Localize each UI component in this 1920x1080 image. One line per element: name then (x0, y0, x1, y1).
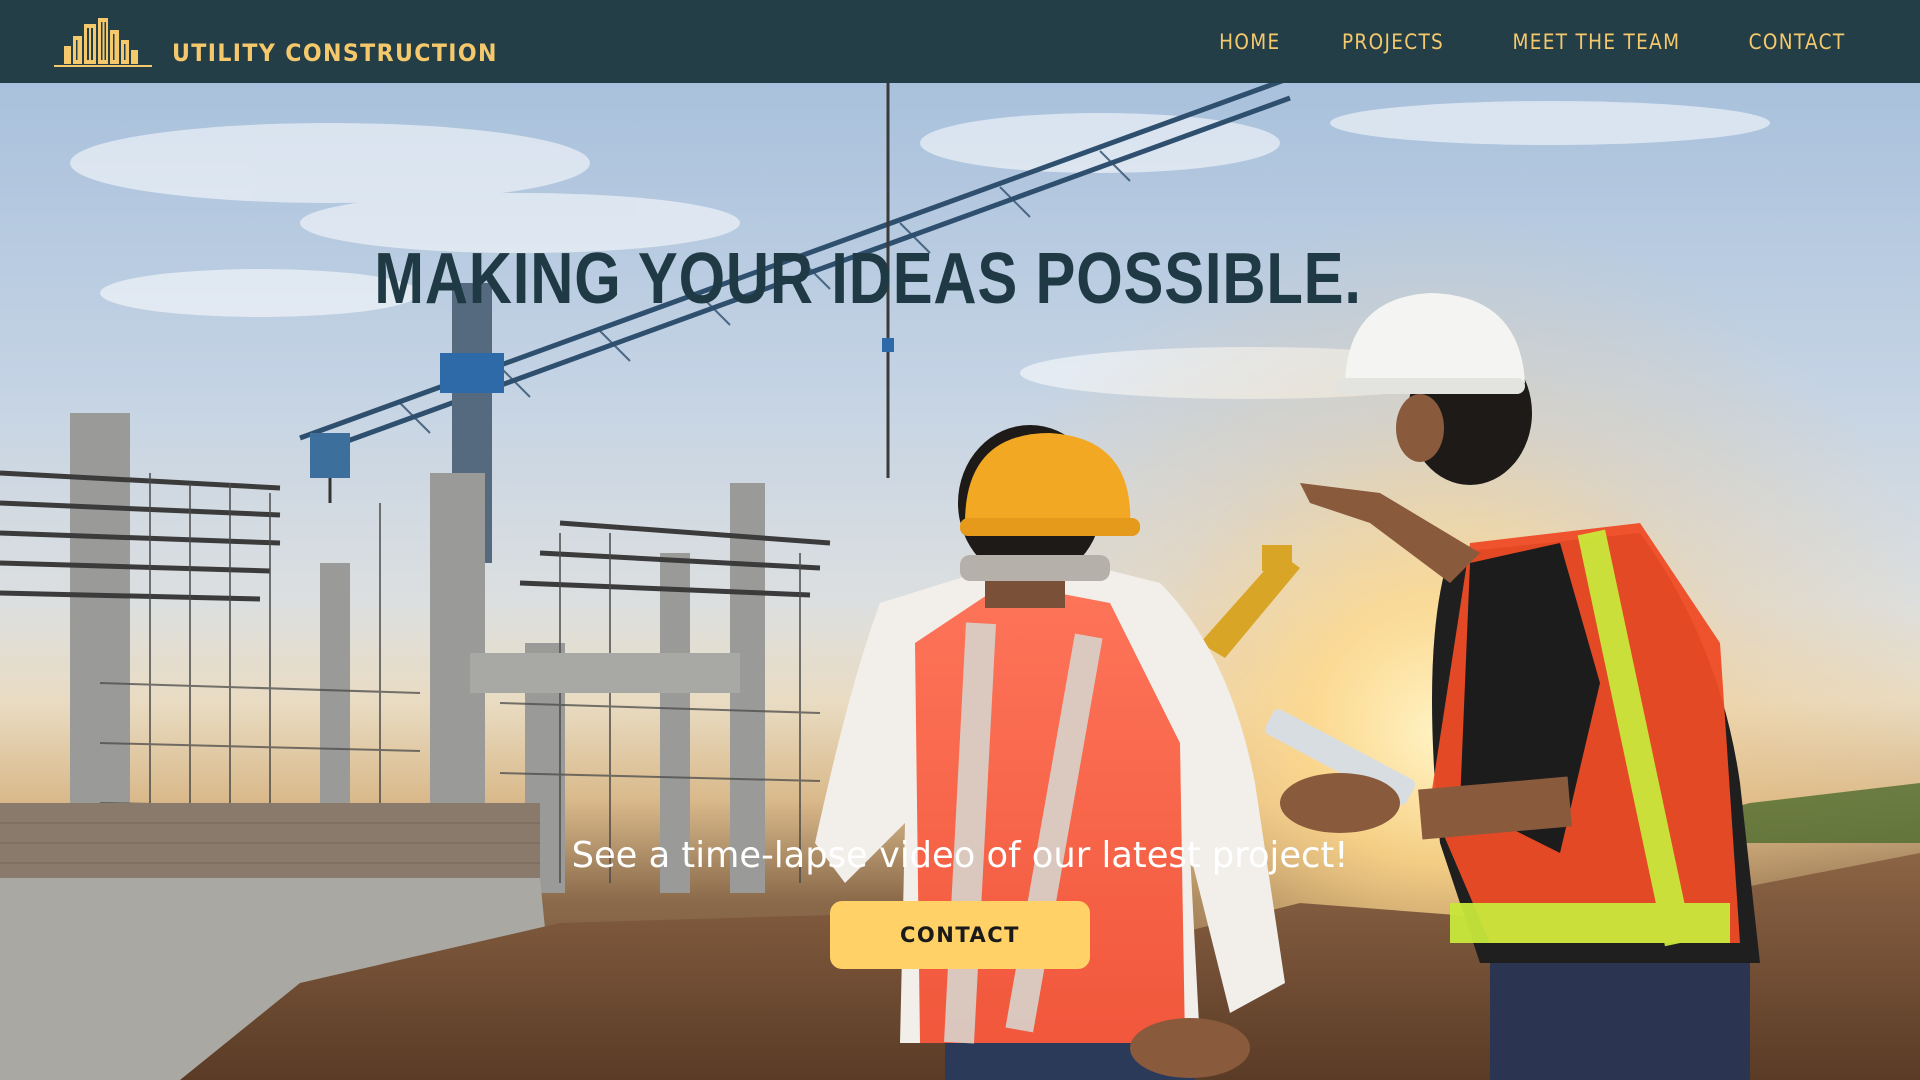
nav-contact[interactable]: CONTACT (1749, 30, 1846, 54)
site-header: UTILITY CONSTRUCTION HOME PROJECTS MEET … (0, 0, 1920, 83)
contact-button[interactable]: CONTACT (830, 901, 1090, 969)
nav-meet-the-team[interactable]: MEET THE TEAM (1513, 30, 1681, 54)
hero-title: MAKING YOUR IDEAS POSSIBLE. (374, 239, 1362, 319)
city-buildings-logo-icon (54, 17, 152, 67)
brand[interactable]: UTILITY CONSTRUCTION (44, 16, 526, 68)
hero-subtitle: See a time-lapse video of our latest pro… (571, 835, 1349, 876)
main-nav: HOME PROJECTS MEET THE TEAM CONTACT (1165, 0, 1852, 83)
brand-name: UTILITY CONSTRUCTION (172, 38, 498, 67)
nav-home[interactable]: HOME (1219, 30, 1280, 54)
hero-section: MAKING YOUR IDEAS POSSIBLE. See a time-l… (0, 83, 1920, 1080)
nav-projects[interactable]: PROJECTS (1342, 30, 1444, 54)
